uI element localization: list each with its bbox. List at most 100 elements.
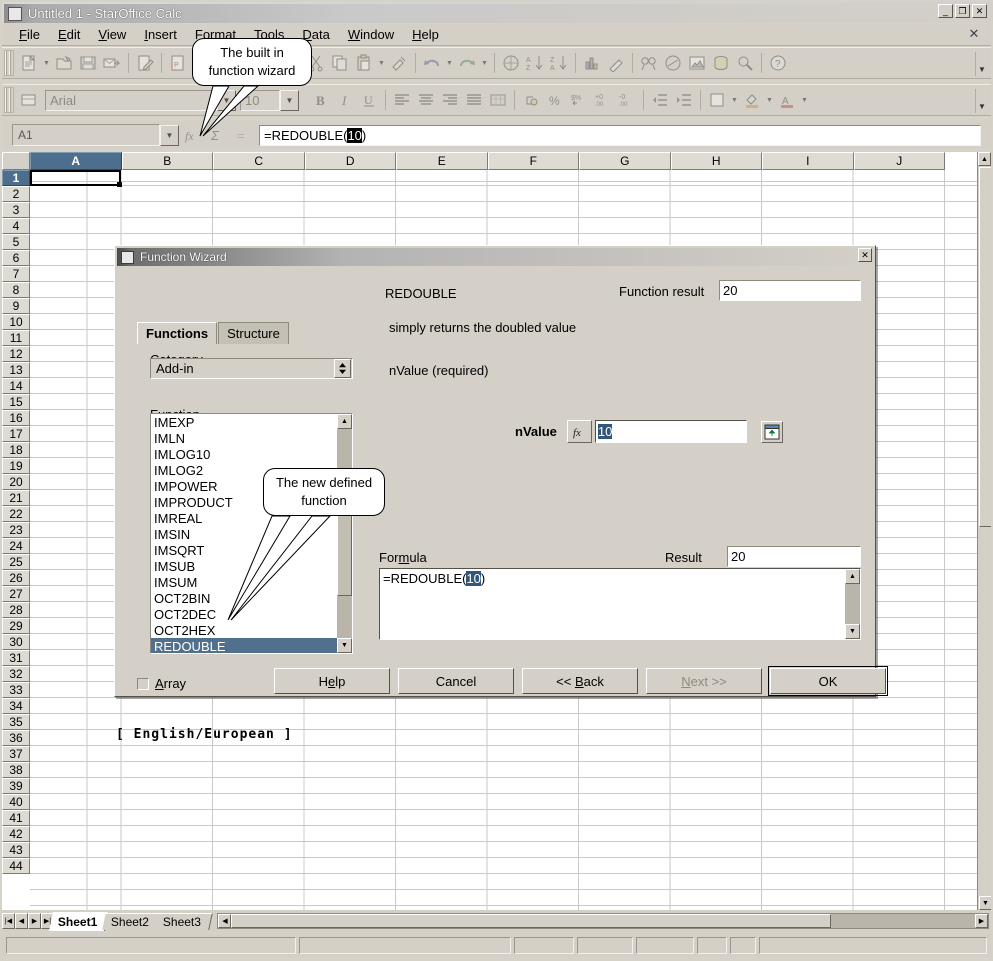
function-listbox[interactable]: IMEXP IMLN IMLOG10 IMLOG2 IMPOWER IMPRODUCT IM…	[150, 413, 353, 654]
shrink-dialog-icon[interactable]	[760, 420, 783, 443]
gallery-icon[interactable]	[685, 51, 709, 75]
category-spin-icon[interactable]	[334, 359, 351, 378]
borders-icon[interactable]	[705, 88, 729, 112]
italic-icon[interactable]: I	[333, 88, 357, 112]
row-header-3[interactable]: 3	[2, 202, 30, 218]
help-icon[interactable]: ?	[766, 51, 790, 75]
function-wizard-icon[interactable]: fx	[179, 124, 204, 146]
row-header-34[interactable]: 34	[2, 698, 30, 714]
row-header-37[interactable]: 37	[2, 746, 30, 762]
function-list-scrollbar[interactable]: ▲ ▼	[337, 414, 352, 653]
back-button[interactable]: << Back	[522, 668, 638, 694]
scroll-down-icon[interactable]: ▼	[979, 896, 991, 910]
menu-insert[interactable]: Insert	[135, 25, 186, 44]
close-document-icon[interactable]: ✕	[967, 27, 981, 41]
row-header-15[interactable]: 15	[2, 394, 30, 410]
row-header-23[interactable]: 23	[2, 522, 30, 538]
paste-icon[interactable]	[352, 51, 376, 75]
cancel-button[interactable]: Cancel	[398, 668, 514, 694]
function-list-item[interactable]: IMSQRT	[151, 542, 337, 558]
tab-functions[interactable]: Functions	[137, 322, 218, 344]
menu-edit[interactable]: Edit	[49, 25, 89, 44]
array-checkbox-row[interactable]: Array	[137, 676, 186, 691]
percent-format-icon[interactable]: %	[543, 88, 567, 112]
function-list-item[interactable]: IMEXP	[151, 414, 337, 430]
align-center-icon[interactable]	[414, 88, 438, 112]
edit-file-icon[interactable]	[133, 51, 157, 75]
column-header-e[interactable]: E	[396, 152, 488, 170]
sum-icon[interactable]: Σ	[204, 124, 229, 146]
export-pdf-icon[interactable]: P	[166, 51, 190, 75]
function-list-item[interactable]: OCT2HEX	[151, 622, 337, 638]
bold-icon[interactable]: B	[309, 88, 333, 112]
toolbar-overflow-icon[interactable]: ▼	[975, 89, 988, 113]
column-header-i[interactable]: I	[762, 152, 854, 170]
row-header-41[interactable]: 41	[2, 810, 30, 826]
sheet-tab-sheet2[interactable]: Sheet2	[102, 912, 162, 930]
row-header-25[interactable]: 25	[2, 554, 30, 570]
function-list-item[interactable]: REDOUBLE	[151, 638, 337, 653]
row-header-1[interactable]: 1	[2, 170, 30, 186]
row-header-17[interactable]: 17	[2, 426, 30, 442]
background-color-icon[interactable]	[740, 88, 764, 112]
align-right-icon[interactable]	[438, 88, 462, 112]
scroll-left-icon[interactable]: ◀	[218, 914, 232, 928]
tab-structure[interactable]: Structure	[218, 322, 289, 344]
menu-view[interactable]: View	[89, 25, 135, 44]
help-button[interactable]: Help	[274, 668, 390, 694]
vertical-scroll-thumb[interactable]	[979, 167, 991, 527]
menu-help[interactable]: Help	[403, 25, 448, 44]
function-list-item[interactable]: IMSUM	[151, 574, 337, 590]
row-header-28[interactable]: 28	[2, 602, 30, 618]
clone-formatting-icon[interactable]	[387, 51, 411, 75]
function-list-scroll-down-icon[interactable]: ▼	[337, 638, 352, 653]
parameter-fx-icon[interactable]: fx	[566, 420, 592, 443]
vertical-scrollbar[interactable]: ▲ ▼	[977, 152, 991, 910]
row-header-11[interactable]: 11	[2, 330, 30, 346]
undo-dropdown-icon[interactable]: ▼	[444, 51, 455, 75]
previous-sheet-button[interactable]: ◀	[15, 913, 28, 929]
toolbar-grip[interactable]	[4, 50, 14, 76]
insert-chart-icon[interactable]	[580, 51, 604, 75]
row-header-19[interactable]: 19	[2, 458, 30, 474]
name-box[interactable]: A1	[12, 124, 160, 146]
row-header-2[interactable]: 2	[2, 186, 30, 202]
sort-ascending-icon[interactable]: AZ	[523, 51, 547, 75]
function-list-item[interactable]: IMSIN	[151, 526, 337, 542]
column-header-f[interactable]: F	[487, 152, 579, 170]
array-checkbox[interactable]	[137, 677, 149, 690]
row-header-42[interactable]: 42	[2, 826, 30, 842]
row-header-9[interactable]: 9	[2, 298, 30, 314]
horizontal-scroll-thumb[interactable]	[231, 914, 832, 928]
new-document-icon[interactable]	[17, 51, 41, 75]
sheet-tab-sheet3[interactable]: Sheet3	[154, 912, 214, 930]
column-header-g[interactable]: G	[579, 152, 671, 170]
row-header-12[interactable]: 12	[2, 346, 30, 362]
row-header-18[interactable]: 18	[2, 442, 30, 458]
row-header-8[interactable]: 8	[2, 282, 30, 298]
formula-scroll-down-icon[interactable]: ▼	[845, 624, 860, 639]
dialog-close-button[interactable]: ✕	[858, 248, 872, 262]
background-color-dropdown-icon[interactable]: ▼	[764, 88, 775, 112]
formula-scroll-up-icon[interactable]: ▲	[845, 569, 860, 584]
row-header-38[interactable]: 38	[2, 762, 30, 778]
row-header-36[interactable]: 36	[2, 730, 30, 746]
decrease-indent-icon[interactable]	[648, 88, 672, 112]
row-header-43[interactable]: 43	[2, 842, 30, 858]
row-header-26[interactable]: 26	[2, 570, 30, 586]
row-header-44[interactable]: 44	[2, 858, 30, 874]
row-header-5[interactable]: 5	[2, 234, 30, 250]
paste-dropdown-icon[interactable]: ▼	[376, 51, 387, 75]
add-decimal-icon[interactable]: +0.00	[591, 88, 615, 112]
copy-icon[interactable]	[328, 51, 352, 75]
first-sheet-button[interactable]: |◀	[2, 913, 15, 929]
hyperlink-icon[interactable]	[661, 51, 685, 75]
horizontal-scrollbar[interactable]: ◀ ▶	[217, 913, 989, 929]
next-sheet-button[interactable]: ▶	[28, 913, 41, 929]
align-left-icon[interactable]	[390, 88, 414, 112]
delete-decimal-icon[interactable]: -0.00	[615, 88, 639, 112]
ok-button[interactable]: OK	[768, 666, 888, 696]
parameter-input-nvalue[interactable]: 10	[594, 420, 747, 443]
zoom-icon[interactable]	[733, 51, 757, 75]
toolbar-overflow-icon[interactable]: ▼	[975, 52, 988, 76]
